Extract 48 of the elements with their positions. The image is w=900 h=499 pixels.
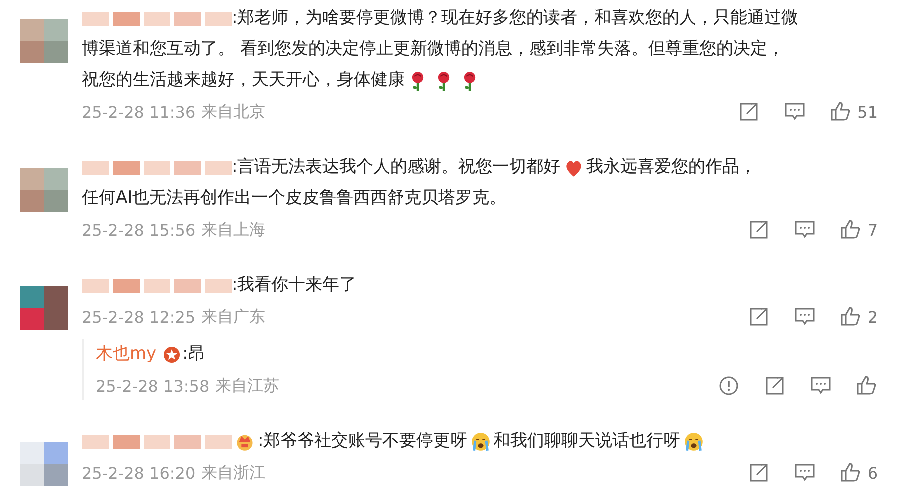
share-icon[interactable] bbox=[748, 462, 770, 484]
comment-icon[interactable] bbox=[794, 306, 816, 328]
comment-text: :郑爷爷社交账号不要停更呀 bbox=[258, 430, 468, 453]
reply-author[interactable]: 木也my bbox=[96, 339, 157, 370]
blurred-avatar bbox=[20, 168, 68, 212]
comment-icon[interactable] bbox=[810, 375, 832, 397]
thumbs-up-icon[interactable] bbox=[840, 306, 862, 328]
thumbs-up-icon[interactable] bbox=[830, 101, 852, 123]
comment-text: 和我们聊聊天说话也行呀 bbox=[494, 430, 681, 453]
blurred-avatar bbox=[20, 286, 68, 330]
comment-location: 来自广东 bbox=[202, 306, 266, 328]
blurred-avatar bbox=[20, 19, 68, 63]
comment-text: 博渠道和您互动了。 看到您发的决定停止更新微博的消息，感到非常失落。但尊重您的决定， bbox=[82, 38, 784, 61]
comment-text: :我看你十来年了 bbox=[232, 274, 357, 297]
comment-text: :郑老师，为啥要停更微博？现在好多您的读者，和喜欢您的人，只能通过微 bbox=[232, 7, 799, 30]
comment-text: :昂 bbox=[182, 343, 206, 366]
like-count: 51 bbox=[858, 102, 878, 122]
like-count: 6 bbox=[868, 464, 878, 482]
comment-time: 25-2-28 11:36 bbox=[82, 102, 196, 122]
comment-time: 25-2-28 12:25 bbox=[82, 308, 196, 326]
share-icon[interactable] bbox=[748, 219, 770, 241]
comment-text: 任何AI也无法再创作出一个皮皮鲁鲁西西舒克贝塔罗克。 bbox=[82, 187, 507, 210]
warning-icon[interactable] bbox=[718, 375, 740, 397]
comment-time: 25-2-28 15:56 bbox=[82, 220, 196, 240]
like-count: 7 bbox=[868, 220, 878, 240]
share-icon[interactable] bbox=[748, 306, 770, 328]
thumbs-up-icon[interactable] bbox=[856, 375, 878, 397]
badge-icon bbox=[162, 346, 181, 364]
thumbs-up-icon[interactable] bbox=[840, 462, 862, 484]
share-icon[interactable] bbox=[738, 101, 760, 123]
share-icon[interactable] bbox=[764, 375, 786, 397]
crying-face-icon bbox=[470, 432, 491, 452]
comment-text: 祝您的生活越来越好，天天开心，身体健康 bbox=[82, 69, 405, 92]
comment-time: 25-2-28 13:58 bbox=[96, 376, 210, 396]
comment-text: 我永远喜爱您的作品， bbox=[586, 156, 757, 179]
crying-face-icon bbox=[684, 432, 704, 452]
comment-location: 来自北京 bbox=[202, 102, 266, 122]
comment-location: 来自江苏 bbox=[216, 376, 280, 396]
comment-location: 来自浙江 bbox=[202, 462, 266, 484]
comment-text: :言语无法表达我个人的感谢。祝您一切都好 bbox=[232, 156, 561, 179]
thumbs-up-icon[interactable] bbox=[840, 219, 862, 241]
comment-icon[interactable] bbox=[794, 219, 816, 241]
comment-time: 25-2-28 16:20 bbox=[82, 464, 196, 482]
comment-icon[interactable] bbox=[794, 462, 816, 484]
comment-location: 来自上海 bbox=[202, 220, 266, 240]
blurred-avatar bbox=[20, 442, 68, 486]
like-count: 2 bbox=[868, 308, 878, 326]
comment-icon[interactable] bbox=[784, 101, 806, 123]
